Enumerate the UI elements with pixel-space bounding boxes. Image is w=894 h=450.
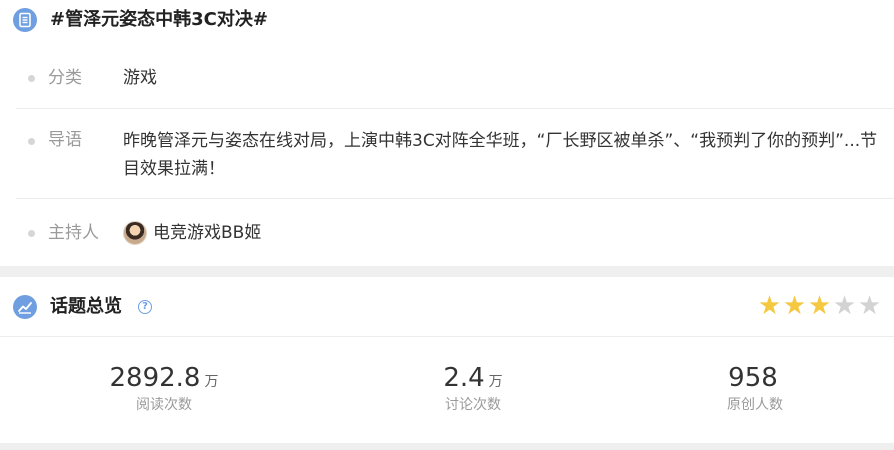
star-filled-icon: ★ — [807, 291, 832, 321]
info-row-host: 主持人 电竞游戏BB姬 — [16, 199, 894, 266]
bullet-dot — [28, 138, 35, 145]
info-row-category: 分类 游戏 — [16, 46, 894, 109]
star-filled-icon: ★ — [757, 291, 782, 321]
host-avatar[interactable] — [123, 221, 147, 245]
stat-caption: 讨论次数 — [445, 397, 501, 413]
section-divider — [0, 443, 894, 450]
stat-unit: 万 — [204, 374, 219, 390]
topic-title: #管泽元姿态中韩3C对决# — [50, 9, 268, 30]
stat-read-count: 2892.8 万 阅读次数 — [64, 362, 264, 416]
bullet-dot — [28, 230, 35, 237]
stat-number: 958 — [728, 363, 778, 393]
category-label: 分类 — [48, 68, 82, 88]
stat-discussion-count: 2.4 万 讨论次数 — [373, 362, 573, 416]
overview-title: 话题总览 — [50, 296, 122, 317]
section-divider — [0, 266, 894, 277]
stat-unit: 万 — [488, 374, 503, 390]
star-empty-icon: ★ — [857, 291, 882, 321]
stat-caption: 原创人数 — [727, 397, 783, 413]
overview-header: 话题总览 ? ★ ★ ★ ★ ★ — [0, 277, 894, 337]
intro-label: 导语 — [48, 130, 82, 150]
intro-text: 昨晚管泽元与姿态在线对局，上演中韩3C对阵全华班，“厂长野区被单杀”、“我预判了… — [123, 131, 878, 179]
host-name-link[interactable]: 电竞游戏BB姬 — [153, 219, 453, 247]
info-row-intro: 导语 昨晚管泽元与姿态在线对局，上演中韩3C对阵全华班，“厂长野区被单杀”、“我… — [16, 109, 894, 199]
star-filled-icon: ★ — [782, 291, 807, 321]
question-circle-icon[interactable]: ? — [138, 300, 152, 314]
list-doc-icon — [13, 8, 37, 32]
rating-stars: ★ ★ ★ ★ ★ — [757, 293, 882, 319]
topic-header: #管泽元姿态中韩3C对决# — [0, 0, 894, 42]
stat-original-count: 958 原创人数 — [655, 362, 855, 416]
star-empty-icon: ★ — [832, 291, 857, 321]
host-label: 主持人 — [48, 223, 99, 243]
bullet-dot — [28, 75, 35, 82]
trend-chart-icon — [13, 295, 37, 319]
stat-caption: 阅读次数 — [136, 397, 192, 413]
stat-number: 2892.8 — [109, 363, 201, 393]
category-value[interactable]: 游戏 — [123, 64, 883, 92]
stat-number: 2.4 — [443, 363, 485, 393]
